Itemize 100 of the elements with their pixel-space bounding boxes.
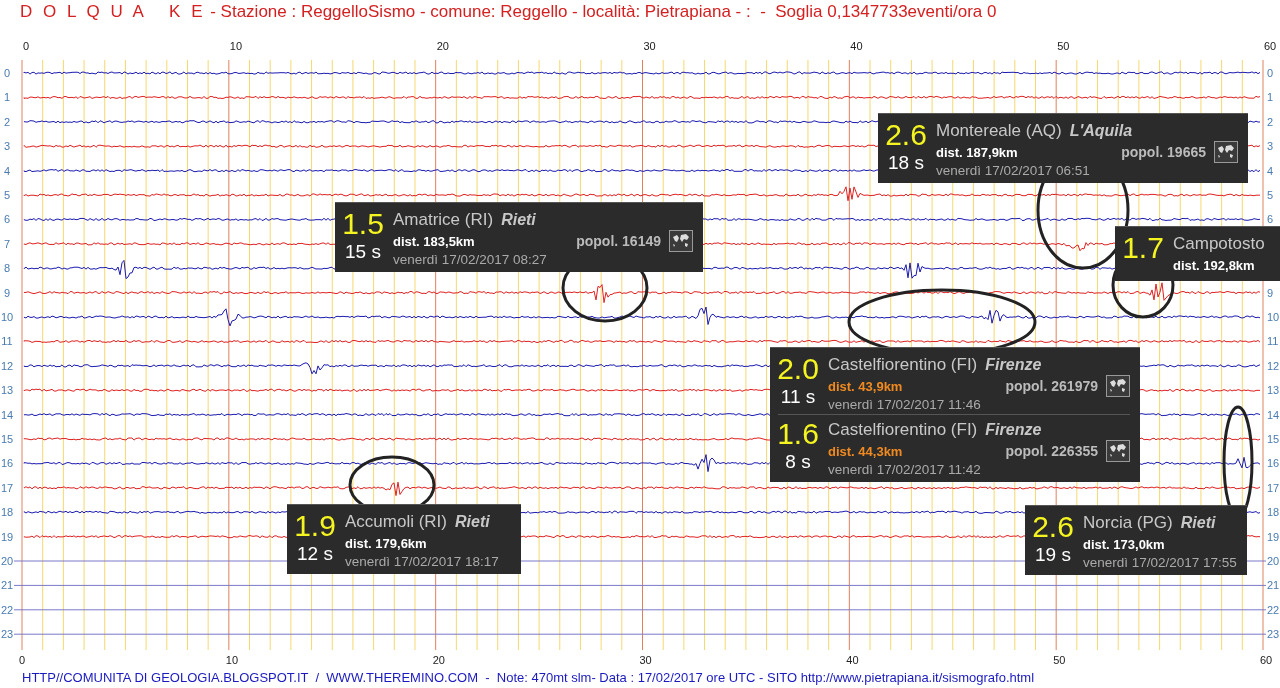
axis-label: 18 — [0, 506, 14, 519]
axis-label: 13 — [0, 384, 14, 397]
axis-label: 10 — [0, 311, 14, 323]
event-date: venerdì 17/02/2017 08:27 — [393, 252, 548, 267]
axis-label: 13 — [1267, 384, 1280, 397]
place-name: Campotosto — [1173, 234, 1265, 254]
axis-label: 40 — [846, 654, 859, 666]
event-date: venerdì 17/02/2017 06:51 — [936, 163, 1091, 178]
axis-label: 20 — [436, 40, 449, 52]
elapsed-time: 19 s — [1035, 544, 1071, 566]
axis-label: 18 — [1267, 506, 1280, 519]
axis-label: 23 — [0, 628, 14, 641]
axis-label: 12 — [0, 359, 14, 372]
place-name: Accumoli (RI) — [345, 512, 447, 532]
axis-label: 11 — [1, 335, 13, 348]
axis-label: 1 — [1267, 91, 1274, 104]
axis-label: 40 — [850, 40, 863, 52]
axis-label: 10 — [1267, 311, 1280, 323]
distance-label: dist. 192,8km — [1173, 257, 1256, 273]
event-date: venerdì 17/02/2017 11:46 — [828, 397, 982, 412]
axis-label: 30 — [639, 654, 652, 666]
axis-label: 30 — [643, 40, 656, 52]
elapsed-time: 11 s — [780, 386, 816, 408]
distance-label: dist. 179,6km — [345, 535, 428, 551]
axis-label: 20 — [1267, 555, 1280, 567]
elapsed-time: 8 s — [785, 451, 811, 473]
axis-label: 2 — [1267, 115, 1274, 128]
axis-label: 19 — [1267, 530, 1280, 543]
axis-label: 0 — [1267, 67, 1274, 79]
axis-label: 2 — [3, 115, 11, 128]
axis-label: 20 — [432, 654, 445, 666]
axis-label: 15 — [0, 433, 14, 445]
distance-label: dist. 173,0km — [1083, 536, 1166, 552]
event-date: venerdì 17/02/2017 17:55 — [1083, 555, 1237, 570]
place-name: Castelfiorentino (FI) — [828, 355, 978, 375]
axis-label: 14 — [1267, 408, 1280, 421]
axis-label: 16 — [0, 457, 14, 470]
population-label: popol. 16149 — [576, 233, 661, 249]
magnitude-value: 1.5 — [342, 207, 384, 241]
population-label: popol. 226355 — [1005, 443, 1098, 459]
axis-label: 7 — [3, 237, 11, 250]
axis-label: 15 — [1267, 433, 1280, 445]
axis-label: 12 — [1267, 359, 1280, 372]
axis-label: 60 — [1264, 40, 1277, 52]
header-title: D O L Q U A K E - Stazione : ReggelloSismo - comune: Reggello - località: Pietrapiana - : - Soglia 0,1347733eventi/ora 0 — [20, 2, 997, 22]
region-name: Firenze — [985, 356, 1042, 374]
event-date: venerdì 17/02/2017 18:17 — [345, 554, 500, 569]
event-popup[interactable]: 1.5 15 s Amatrice (RI) Rieti dist. 183,5km popol. 16149 venerdì 17/02/2017 08:27 — [335, 202, 703, 272]
place-name: Montereale (AQ) — [936, 121, 1062, 141]
axis-label: 5 — [3, 189, 11, 201]
axis-label: 17 — [1267, 481, 1280, 494]
axis-label: 11 — [1267, 335, 1279, 348]
world-map-icon[interactable] — [1106, 440, 1130, 462]
axis-label: 50 — [1053, 654, 1066, 666]
axis-label: 22 — [1267, 603, 1280, 616]
magnitude-value: 2.0 — [777, 352, 819, 386]
axis-label: 9 — [3, 286, 11, 299]
axis-label: 14 — [0, 408, 14, 421]
axis-label: 17 — [0, 481, 14, 494]
world-map-icon[interactable] — [1214, 141, 1238, 163]
elapsed-time: 18 s — [888, 152, 924, 174]
world-map-icon[interactable] — [669, 230, 693, 252]
axis-label: 16 — [1267, 457, 1280, 470]
axis-label: 1 — [3, 91, 11, 104]
event-popup[interactable]: 2.6 18 s Montereale (AQ) L'Aquila dist. 187,9km popol. 19665 venerdì 17/02/2017 06:51 — [878, 113, 1248, 183]
axis-label: 0 — [3, 67, 11, 79]
axis-label: 50 — [1057, 40, 1070, 52]
axis-label: 4 — [1267, 164, 1274, 177]
world-map-icon[interactable] — [1106, 375, 1130, 397]
axis-label: 60 — [1260, 654, 1273, 666]
magnitude-value: 2.6 — [885, 118, 927, 152]
axis-label: 23 — [1267, 628, 1280, 641]
axis-label: 3 — [1267, 140, 1274, 153]
population-label: popol. 261979 — [1005, 378, 1098, 394]
axis-label: 3 — [3, 140, 11, 153]
axis-label: 5 — [1267, 189, 1274, 201]
region-name: Firenze — [985, 421, 1042, 439]
axis-label: 0 — [23, 40, 30, 52]
elapsed-time: 12 s — [297, 543, 333, 565]
axis-label: 0 — [19, 654, 26, 666]
distance-label: dist. 43,9km — [828, 378, 904, 394]
region-name: L'Aquila — [1069, 122, 1133, 140]
region-name: Rieti — [501, 211, 536, 229]
axis-label: 4 — [3, 164, 11, 177]
region-name: Rieti — [1180, 514, 1216, 532]
magnitude-value: 1.6 — [777, 417, 819, 451]
axis-label: 6 — [3, 213, 11, 226]
place-name: Amatrice (RI) — [393, 210, 494, 230]
event-date: venerdì 17/02/2017 11:42 — [828, 462, 982, 477]
axis-label: 8 — [3, 262, 11, 275]
elapsed-time: 15 s — [345, 241, 381, 263]
footer-text: HTTP//COMUNITA DI GEOLOGIA.BLOGSPOT.IT / WWW.THEREMINO.COM - Note: 470mt slm- Data : 17/02/2017 ore UTC - SITO http://www.pietrapiana.it/sismografo.html — [22, 670, 1035, 685]
axis-label: 21 — [1267, 579, 1280, 592]
distance-label: dist. 187,9km — [936, 144, 1019, 160]
magnitude-value: 2.6 — [1032, 510, 1074, 544]
axis-label: 10 — [229, 40, 243, 52]
event-popup[interactable]: 2.0 11 s Castelfiorentino (FI) Firenze dist. 43,9km popol. 261979 venerdì 17/02/2017 11:46 1.6 8 s Castelfiorentino (FI) Firenze dist. 44,3km popol. 226355 venerdì 17/02/2017 11:42 — [770, 347, 1140, 482]
place-name: Castelfiorentino (FI) — [828, 420, 978, 440]
axis-label: 6 — [1267, 213, 1274, 226]
axis-label: 22 — [0, 603, 14, 616]
